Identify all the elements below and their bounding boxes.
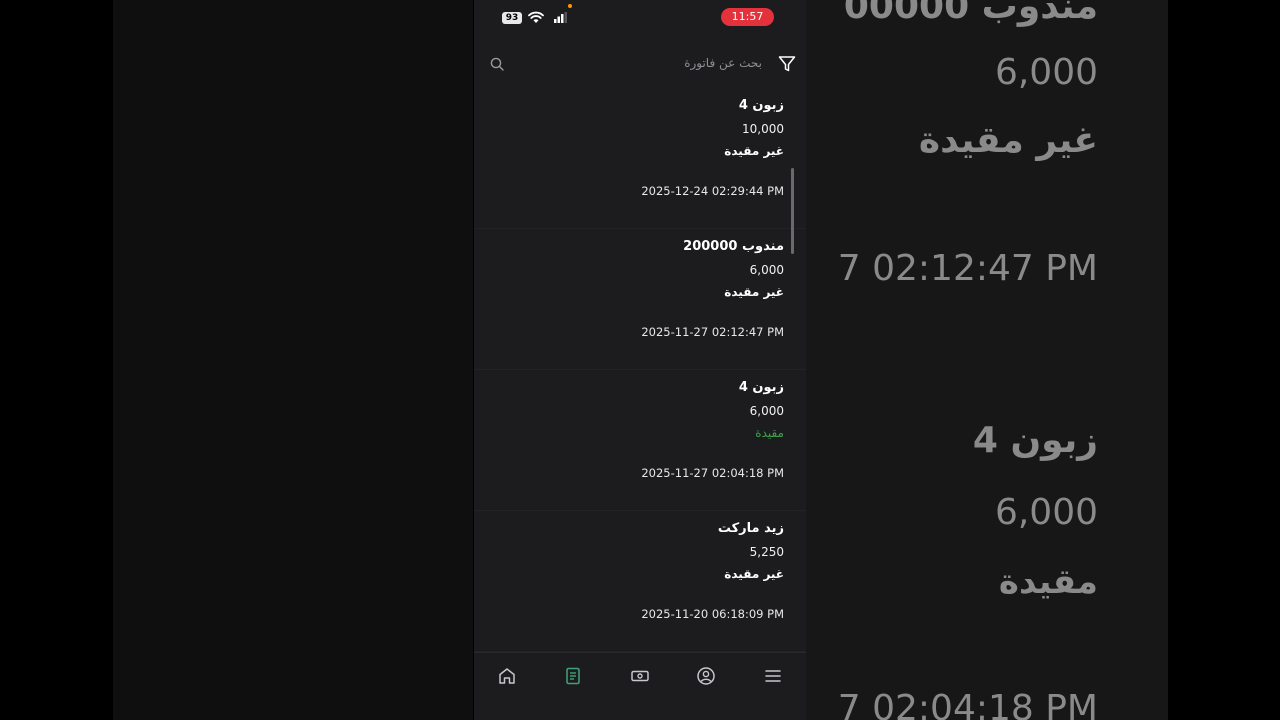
invoice-status: غير مقيدة [724, 144, 784, 158]
status-time[interactable]: 11:57 [721, 8, 774, 26]
invoice-customer-name: مندوب 200000 [683, 239, 784, 254]
bg-status-mid: مقيدة [998, 562, 1098, 602]
bg-status-top: غير مقيدة [918, 120, 1098, 161]
invoice-date: 2025-11-20 06:18:09 PM [641, 607, 784, 621]
invoice-icon [566, 667, 580, 685]
invoice-amount: 6,000 [749, 263, 784, 277]
activity-dot [568, 4, 572, 8]
status-bar: 93 11:57 [474, 0, 806, 36]
invoice-customer-name: زبون 4 [738, 380, 784, 395]
bg-amount-mid: 6,000 [994, 492, 1098, 533]
invoice-card[interactable]: زبون 4 6,000 مقيدة 2025-11-27 02:04:18 P… [474, 370, 806, 511]
search-bar[interactable]: بحث عن فاتورة [474, 46, 806, 82]
filter-icon[interactable] [778, 55, 796, 73]
scrollbar[interactable] [791, 168, 794, 254]
invoice-customer-name: زبون 4 [738, 98, 784, 113]
invoice-status: مقيدة [755, 426, 784, 440]
nav-menu[interactable] [758, 661, 788, 691]
invoice-date: 2025-11-27 02:04:18 PM [641, 466, 784, 480]
invoice-amount: 10,000 [742, 122, 784, 136]
search-icon[interactable] [490, 57, 504, 71]
signal-icon [554, 12, 567, 23]
invoice-customer-name: زيد ماركت [717, 521, 784, 536]
blurred-background-left [113, 0, 473, 720]
invoice-date: 2025-12-24 02:29:44 PM [641, 184, 784, 198]
nav-invoices[interactable] [558, 661, 588, 691]
invoice-card[interactable]: زبون 4 10,000 غير مقيدة 2025-12-24 02:29… [474, 88, 806, 229]
invoice-status: غير مقيدة [724, 285, 784, 299]
nav-home[interactable] [492, 661, 522, 691]
nav-profile[interactable] [691, 661, 721, 691]
invoice-card[interactable]: مندوب 200000 6,000 غير مقيدة 2025-11-27 … [474, 229, 806, 370]
profile-icon [697, 667, 715, 685]
invoice-date: 2025-11-27 02:12:47 PM [641, 325, 784, 339]
invoice-status: غير مقيدة [724, 567, 784, 581]
blurred-background-right: مندوب 00000 6,000 غير مقيدة 7 02:12:47 P… [806, 0, 1168, 720]
bg-date-bottom: 7 02:04:18 PM [837, 688, 1098, 720]
bg-name-top: مندوب 00000 [843, 0, 1098, 27]
nav-cash[interactable] [625, 661, 655, 691]
invoice-list[interactable]: زبون 4 10,000 غير مقيدة 2025-12-24 02:29… [474, 88, 806, 652]
bg-date-top: 7 02:12:47 PM [837, 248, 1098, 289]
bg-name-mid: زبون 4 [972, 420, 1098, 461]
bottom-nav [474, 652, 806, 720]
invoice-card[interactable]: زيد ماركت 5,250 غير مقيدة 2025-11-20 06:… [474, 511, 806, 652]
phone-screen: 93 11:57 بحث عن فاتورة زبون 4 10,000 غير [474, 0, 806, 720]
wifi-icon [528, 11, 544, 23]
search-input[interactable]: بحث عن فاتورة [684, 56, 762, 70]
battery-indicator: 93 [502, 12, 522, 24]
invoice-amount: 6,000 [749, 404, 784, 418]
home-icon [499, 668, 515, 684]
invoice-amount: 5,250 [749, 545, 784, 559]
bg-amount-top: 6,000 [994, 52, 1098, 93]
menu-icon [765, 670, 781, 682]
cash-icon [631, 670, 649, 682]
